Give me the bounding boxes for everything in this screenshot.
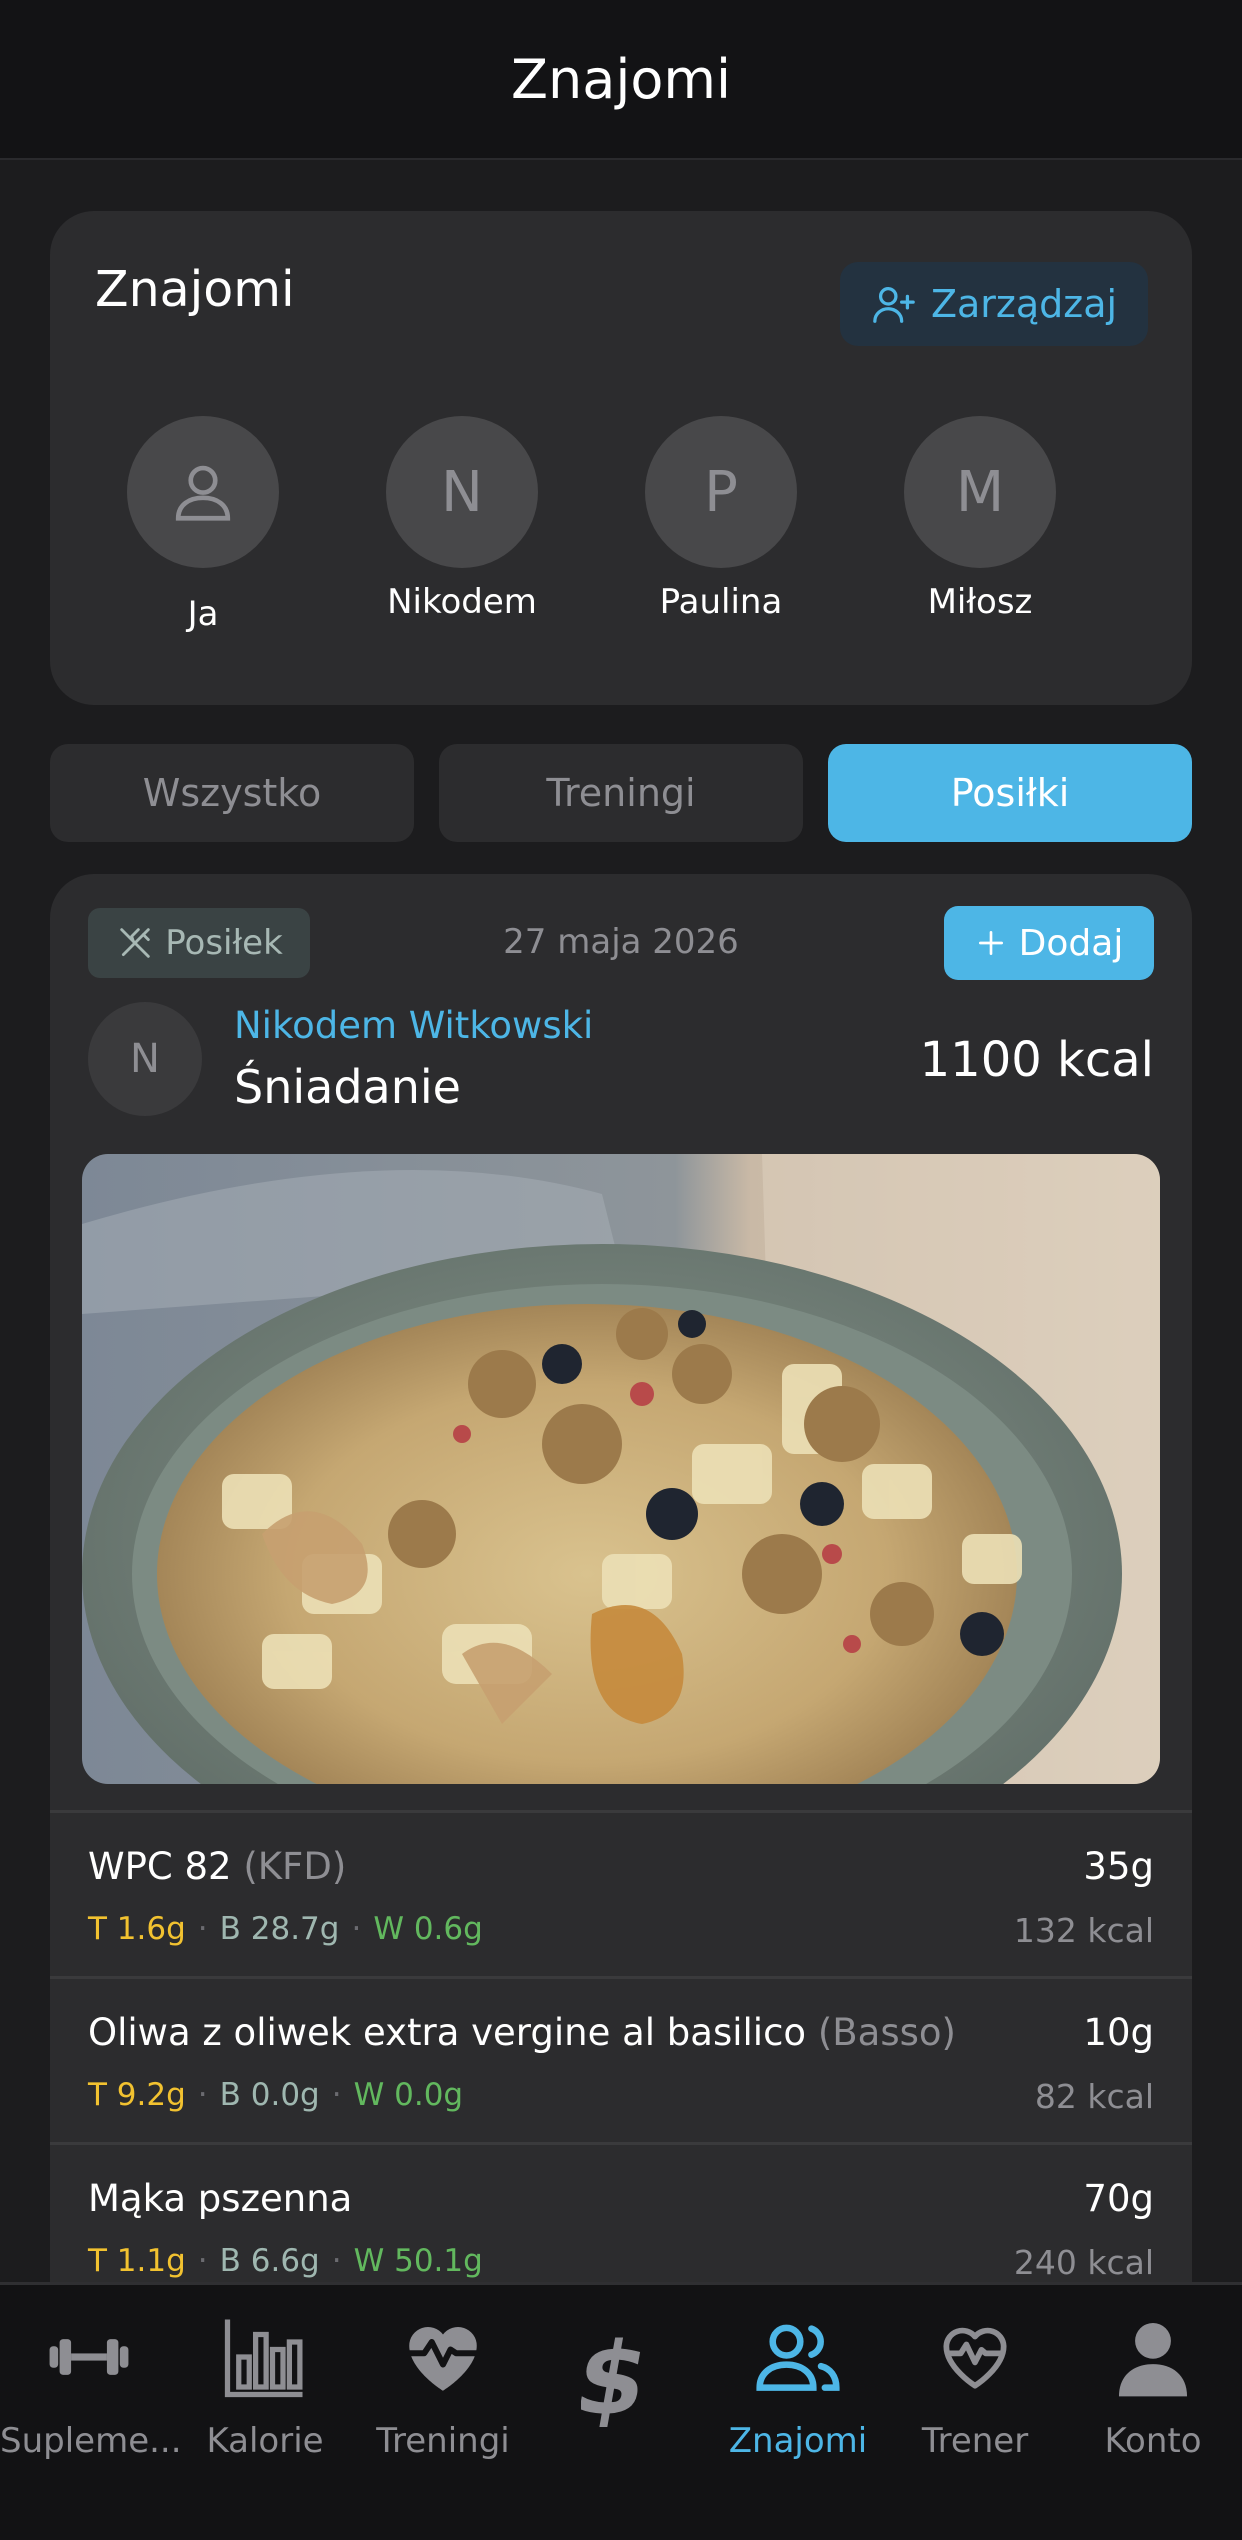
- add-meal-button[interactable]: Dodaj: [944, 906, 1154, 980]
- meal-ingredients-list: WPC 82 (KFD) T 1.6g · B 28.7g · W 0.6g 35g 1…: [50, 1810, 1192, 2294]
- fat-value: T 9.2g: [88, 2077, 186, 2113]
- avatar: N: [386, 416, 538, 568]
- list-item[interactable]: Oliwa z oliwek extra vergine al basilico…: [50, 1976, 1192, 2142]
- filter-meals[interactable]: Posiłki: [828, 744, 1192, 842]
- ingredient-name: Oliwa z oliwek extra vergine al basilico…: [88, 2011, 956, 2054]
- meal-name: Śniadanie: [234, 1060, 461, 1114]
- avatar: M: [904, 416, 1056, 568]
- list-item[interactable]: WPC 82 (KFD) T 1.6g · B 28.7g · W 0.6g 35g 1…: [50, 1810, 1192, 1976]
- friend-name: Paulina: [659, 582, 783, 622]
- bar-chart-icon: [224, 2319, 303, 2398]
- protein-value: B 28.7g: [219, 1911, 340, 1947]
- ingredient-kcal: 240 kcal: [1013, 2243, 1154, 2282]
- filter-workouts[interactable]: Treningi: [439, 744, 803, 842]
- tab-workouts[interactable]: Treningi: [354, 2307, 532, 2461]
- tab-label: Konto: [1104, 2421, 1202, 2461]
- add-meal-label: Dodaj: [1018, 922, 1124, 964]
- plus-icon: [978, 931, 1003, 955]
- friends-card: Znajomi Zarządzaj Ja N Nikodem P Paulina…: [50, 211, 1192, 705]
- filter-all[interactable]: Wszystko: [50, 744, 414, 842]
- svg-text:$: $: [581, 2327, 657, 2427]
- ingredient-macros: T 1.1g · B 6.6g · W 50.1g: [88, 2243, 483, 2279]
- page-title: Znajomi: [511, 47, 731, 111]
- manage-friends-label: Zarządzaj: [930, 282, 1118, 326]
- ingredient-macros: T 9.2g · B 0.0g · W 0.0g: [88, 2077, 464, 2113]
- tab-calories[interactable]: Kalorie: [176, 2307, 354, 2461]
- friend-name: Miłosz: [927, 582, 1033, 622]
- tab-label: Znajomi: [728, 2421, 868, 2461]
- tab-pricing[interactable]: $: [532, 2307, 710, 2461]
- list-item[interactable]: Mąka pszenna T 1.1g · B 6.6g · W 50.1g 70g 2…: [50, 2142, 1192, 2294]
- ingredient-grams: 10g: [1083, 2011, 1154, 2054]
- friend-name: Ja: [187, 594, 219, 634]
- tab-friends[interactable]: Znajomi: [709, 2307, 887, 2461]
- friend-name: Nikodem: [387, 582, 537, 622]
- ingredient-name: Mąka pszenna: [88, 2177, 353, 2220]
- heart-outline-icon: [943, 2327, 1007, 2389]
- tab-label: Kalorie: [206, 2421, 324, 2461]
- ingredient-brand: (Basso): [817, 2011, 956, 2054]
- ingredient-name: WPC 82 (KFD): [88, 1845, 347, 1888]
- ingredient-kcal: 132 kcal: [1013, 1911, 1154, 1950]
- friend-nikodem[interactable]: N Nikodem: [362, 416, 562, 622]
- fat-value: T 1.1g: [88, 2243, 186, 2279]
- dumbbell-icon: [49, 2339, 129, 2375]
- meal-total-kcal: 1100 kcal: [919, 1032, 1154, 1088]
- ingredient-macros: T 1.6g · B 28.7g · W 0.6g: [88, 1911, 483, 1947]
- tab-label: Trener: [921, 2421, 1029, 2461]
- bottom-tab-bar: Supleme... Kalorie Treningi $ Znajomi Tr…: [0, 2282, 1242, 2540]
- poster-avatar[interactable]: N: [88, 1002, 202, 1116]
- add-person-icon: [873, 287, 915, 323]
- tab-account[interactable]: Konto: [1064, 2307, 1242, 2461]
- ingredient-brand: (KFD): [243, 1845, 347, 1888]
- tab-label: Treningi: [376, 2421, 510, 2461]
- manage-friends-button[interactable]: Zarządzaj: [840, 262, 1148, 346]
- tab-coach[interactable]: Trener: [886, 2307, 1064, 2461]
- heart-pulse-icon: [409, 2327, 477, 2391]
- meal-photo[interactable]: [82, 1154, 1160, 1784]
- account-icon: [1118, 2322, 1188, 2397]
- friend-me[interactable]: Ja: [103, 416, 303, 634]
- friend-milosz[interactable]: M Miłosz: [880, 416, 1080, 622]
- ingredient-grams: 35g: [1083, 1845, 1154, 1888]
- poster-name[interactable]: Nikodem Witkowski: [234, 1004, 593, 1047]
- ingredient-grams: 70g: [1083, 2177, 1154, 2220]
- avatar: P: [645, 416, 797, 568]
- carbs-value: W 0.0g: [353, 2077, 464, 2113]
- ingredient-kcal: 82 kcal: [1034, 2077, 1154, 2116]
- protein-value: B 0.0g: [219, 2077, 320, 2113]
- person-icon: [175, 465, 231, 521]
- carbs-value: W 50.1g: [353, 2243, 483, 2279]
- carbs-value: W 0.6g: [373, 1911, 483, 1947]
- friend-paulina[interactable]: P Paulina: [621, 416, 821, 622]
- tab-label: Supleme...: [0, 2421, 182, 2461]
- dollar-icon: $: [581, 2327, 657, 2427]
- feed-filter-tabs: Wszystko Treningi Posiłki: [50, 744, 1192, 842]
- avatar: [127, 416, 279, 568]
- protein-value: B 6.6g: [219, 2243, 320, 2279]
- fat-value: T 1.6g: [88, 1911, 186, 1947]
- meal-post-card: Posiłek 27 maja 2026 Dodaj N Nikodem Wit…: [50, 874, 1192, 2294]
- friends-icon: [756, 2324, 840, 2391]
- friends-card-title: Znajomi: [95, 261, 295, 318]
- top-bar: Znajomi: [0, 0, 1242, 160]
- tab-supplements[interactable]: Supleme...: [0, 2307, 182, 2461]
